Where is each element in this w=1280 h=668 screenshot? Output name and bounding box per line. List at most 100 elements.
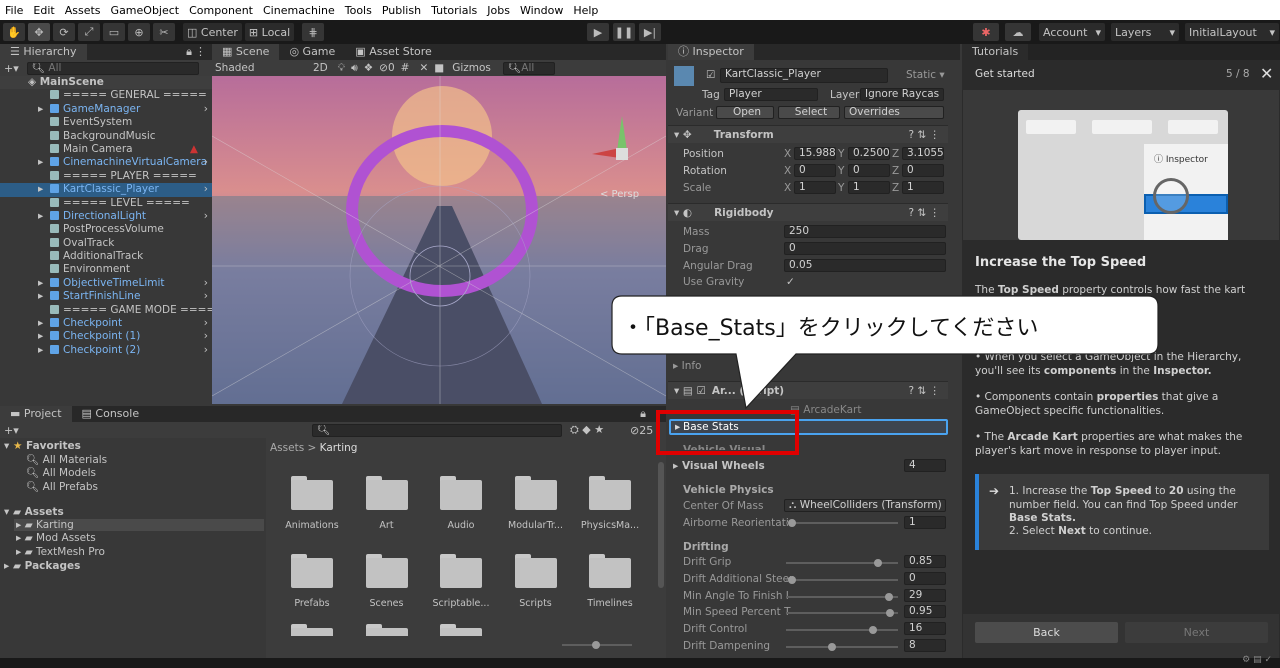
folder-icon[interactable] [589,554,631,588]
kebab-menu-icon[interactable]: ⋮ [195,45,206,58]
pause-button[interactable]: ❚❚ [613,23,635,41]
center-of-mass-field[interactable]: ⛬ WheelColliders (Transform) [784,499,946,512]
folder-icon[interactable] [440,554,482,588]
menu-item-jobs[interactable]: Jobs [482,4,515,17]
drift-value-field[interactable]: 16 [904,622,946,636]
packages-header[interactable]: ▸ ▰ Packages [4,560,80,572]
close-icon[interactable]: ✕ [1260,64,1273,83]
foldout-arrow-icon[interactable]: ▸ [38,344,43,357]
menu-item-tools[interactable]: Tools [340,4,377,17]
foldout-arrow-icon[interactable]: ▸ [38,330,43,343]
hierarchy-item[interactable]: ▸ › GameManager [0,103,212,116]
pivot-local-button[interactable]: ⊞ Local [244,23,295,41]
drift-value-field[interactable]: 29 [904,588,946,602]
hierarchy-item[interactable]: ▸ › KartClassic_Player [0,183,212,197]
folder-icon[interactable] [365,476,408,510]
hierarchy-item[interactable]: ▸ › Checkpoint (1) [0,330,212,343]
account-dropdown[interactable]: Account ▾ [1039,23,1105,41]
add-icon[interactable]: +▾ [4,62,19,75]
transform-header[interactable]: ▾ ✥ Transform ? ⇅ ⋮ [668,125,948,143]
transform-tool-icon[interactable]: ⊕ [128,23,150,41]
breadcrumb-assets[interactable]: Assets [270,442,304,454]
foldout-arrow-icon[interactable]: ▸ [38,290,43,303]
hierarchy-item[interactable]: ▸ › Checkpoint [0,317,212,330]
hierarchy-item[interactable]: PostProcessVolume [0,223,212,236]
collab-icon[interactable]: ✱ [973,23,999,41]
select-button[interactable]: Select [778,106,840,119]
foldout-arrow-icon[interactable]: ▸ [38,210,43,223]
favorite-item[interactable]: 🔍︎ All Models [26,466,96,479]
mass-field[interactable]: 250 [784,225,946,238]
favorites-header[interactable]: ▾ ★ Favorites [4,440,81,452]
back-button[interactable]: Back [975,622,1118,643]
chevron-right-icon[interactable]: › [204,156,208,169]
menu-item-help[interactable]: Help [568,4,603,17]
hierarchy-item[interactable]: ▸ › ObjectiveTimeLimit [0,277,212,290]
drift-value-field[interactable]: 0 [904,571,946,585]
airborne-field[interactable]: 1 [904,516,946,529]
play-button[interactable]: ▶ [587,23,609,41]
menu-item-component[interactable]: Component [184,4,258,17]
chevron-right-icon[interactable]: › [204,317,208,330]
effects-icon[interactable]: ❖ [364,62,373,74]
component-menu-icon[interactable]: ? ⇅ ⋮ [908,204,940,222]
transform-rot-z-field[interactable]: 0 [902,164,944,177]
slider-knob[interactable] [788,519,796,527]
hierarchy-item[interactable]: OvalTrack [0,237,212,250]
hand-tool-icon[interactable]: ✋ [3,23,25,41]
gizmos-dropdown[interactable]: Gizmos [452,62,491,74]
airborne-slider[interactable] [786,519,898,527]
step-button[interactable]: ▶| [639,23,661,41]
drift-slider[interactable] [786,575,898,584]
drift-slider[interactable] [786,643,898,651]
drag-field[interactable]: 0 [784,242,946,255]
menu-item-assets[interactable]: Assets [60,4,106,17]
angular-drag-field[interactable]: 0.05 [784,259,946,272]
folder-icon[interactable] [440,624,482,636]
asset-folder-item[interactable]: ▸ ▰ Karting [14,519,264,531]
hidden-icon[interactable]: ⊘ [379,62,388,74]
foldout-arrow-icon[interactable]: ▸ [38,317,43,330]
hierarchy-item[interactable]: ===== GAME MODE ===== [0,304,224,317]
transform-rot-x-field[interactable]: 0 [794,164,836,177]
camera-icon[interactable]: ■ [434,62,444,74]
tab-asset-store[interactable]: ▣ Asset Store [345,44,442,60]
move-tool-icon[interactable]: ✥ [28,23,50,41]
hierarchy-item[interactable]: ===== PLAYER ===== [0,170,212,183]
drift-value-field[interactable]: 0.95 [904,605,946,619]
layers-dropdown[interactable]: Layers ▾ [1111,23,1179,41]
slider-knob[interactable] [884,592,893,601]
transform-pos-y-field[interactable]: 0.2500 [848,147,890,160]
asset-folder-item[interactable]: ▸ ▰ Mod Assets [14,532,264,544]
filter-type-icon[interactable]: ⛭ ◆ ★ [570,423,604,437]
scene-viewport[interactable]: < Persp [212,76,666,404]
hierarchy-item[interactable]: ▸ › StartFinishLine [0,290,212,303]
hierarchy-item[interactable]: AdditionalTrack [0,250,212,263]
slider-knob[interactable] [592,641,600,649]
chevron-right-icon[interactable]: › [204,290,208,303]
menu-item-publish[interactable]: Publish [377,4,426,17]
drift-slider[interactable] [786,609,898,618]
scene-search-input[interactable]: 🔍︎All [502,61,555,75]
rotate-tool-icon[interactable]: ⟳ [53,23,75,41]
hierarchy-item[interactable]: ▸ › DirectionalLight [0,210,212,223]
foldout-arrow-icon[interactable]: ▸ [38,183,43,196]
shading-dropdown[interactable]: Shaded [215,62,305,74]
hierarchy-item[interactable]: EventSystem [0,116,212,129]
visual-wheels-count[interactable]: 4 [904,459,946,472]
scene-root[interactable]: ◈ MainScene [0,76,212,90]
scale-tool-icon[interactable]: ⤢ [78,23,100,41]
component-menu-icon[interactable]: ? ⇅ ⋮ [908,126,940,144]
pivot-center-button[interactable]: ◫ Center [183,23,242,41]
folder-icon[interactable] [291,624,333,636]
tools-icon[interactable]: ✕ [419,62,428,74]
transform-rot-y-field[interactable]: 0 [848,164,890,177]
tab-scene[interactable]: ▦ Scene [212,44,280,60]
custom-tool-icon[interactable]: ✂ [153,23,175,41]
hierarchy-item[interactable]: BackgroundMusic [0,130,212,143]
tab-console[interactable]: ▤ Console [71,406,150,422]
icon-size-slider[interactable] [562,641,632,649]
static-toggle[interactable]: Static ▾ [906,69,945,81]
tab-hierarchy[interactable]: ☰ Hierarchy [0,44,87,60]
transform-scl-y-field[interactable]: 1 [848,181,890,194]
